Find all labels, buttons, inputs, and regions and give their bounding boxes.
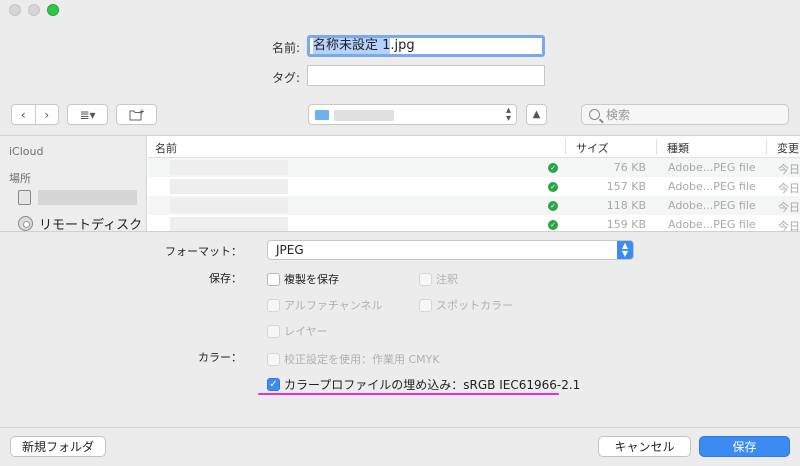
- layers-checkbox-label: レイヤー: [284, 325, 328, 338]
- save-dialog: 名前: 名称未設定 1 .jpg タグ: ‹ › ≣▾ ▴ ▾ ▲ 検索 iClou…: [0, 0, 800, 466]
- column-header-kind[interactable]: 種類: [667, 140, 689, 156]
- alpha-channel-checkbox-label: アルファチャンネル: [284, 299, 383, 312]
- proof-setup-checkbox-label: 校正設定を使用：作業用 CMYK: [284, 353, 440, 366]
- synced-check-icon: ✓: [548, 201, 558, 211]
- synced-check-icon: ✓: [548, 163, 558, 173]
- disc-icon: [18, 216, 33, 231]
- file-size: 157 KB: [606, 180, 646, 193]
- sidebar-header-icloud: iCloud: [9, 145, 44, 158]
- divider: [0, 427, 800, 428]
- search-icon: [589, 109, 600, 120]
- location-popup[interactable]: ▴ ▾: [308, 104, 517, 125]
- view-mode-button[interactable]: ≣▾: [67, 104, 108, 125]
- chevron-updown-icon: ▲ ▼: [617, 241, 633, 259]
- sidebar-item-label: リモートディスク: [39, 218, 143, 232]
- disk-icon: [18, 190, 31, 205]
- cancel-button[interactable]: キャンセル: [598, 436, 691, 457]
- sidebar-item-disk[interactable]: [18, 190, 137, 205]
- sidebar-header-locations: 場所: [9, 172, 31, 185]
- close-window-button[interactable]: [9, 4, 21, 16]
- column-header-size[interactable]: サイズ: [576, 140, 609, 156]
- filename-extension: .jpg: [390, 38, 415, 53]
- checkbox-box: [419, 272, 432, 286]
- checkbox-box: [267, 324, 280, 338]
- sidebar-item-remote-disc[interactable]: リモートディスク: [18, 214, 143, 232]
- synced-check-icon: ✓: [548, 220, 558, 230]
- file-browser: iCloud 場所 リモートディスク 名前 サイズ 種類 変更日: [0, 135, 800, 232]
- file-date: 今日: [778, 201, 800, 214]
- color-options-label: カラー：: [198, 351, 242, 364]
- format-value: JPEG: [276, 243, 304, 257]
- checkmark-icon: ✓: [267, 378, 280, 391]
- file-name-redacted: [170, 179, 288, 194]
- column-header-name[interactable]: 名前: [155, 140, 177, 156]
- layers-checkbox[interactable]: レイヤー: [267, 323, 328, 339]
- minimize-window-button[interactable]: [28, 4, 40, 16]
- file-row[interactable]: ✓ 159 KB Adobe...PEG file 今日: [148, 215, 800, 232]
- file-kind: Adobe...PEG file: [668, 180, 756, 193]
- back-forward-group: ‹ ›: [11, 104, 59, 125]
- tags-input[interactable]: [307, 65, 545, 86]
- tags-label: タグ:: [271, 71, 300, 85]
- annotations-checkbox-label: 注釈: [436, 273, 458, 286]
- annotations-checkbox[interactable]: 注釈: [419, 271, 458, 287]
- collapse-browser-button[interactable]: ▲: [526, 104, 547, 125]
- synced-check-icon: ✓: [548, 182, 558, 192]
- list-view-icon: ≣▾: [79, 107, 96, 122]
- new-folder-toolbar-button[interactable]: [116, 104, 157, 125]
- format-label: フォーマット：: [165, 245, 242, 258]
- highlight-underline: [258, 393, 559, 395]
- file-list: 名前 サイズ 種類 変更日 ✓ 76 KB Adobe...PEG file 今…: [148, 136, 800, 231]
- spot-color-checkbox[interactable]: スポットカラー: [419, 297, 513, 313]
- file-date: 今日: [778, 163, 800, 176]
- checkbox-box: [267, 298, 280, 312]
- search-field[interactable]: 検索: [581, 104, 789, 125]
- copy-checkbox[interactable]: 複製を保存: [267, 271, 339, 287]
- embed-profile-checkbox[interactable]: ✓ カラープロファイルの埋め込み：sRGB IEC61966-2.1: [267, 376, 580, 393]
- filename-selected-text: 名称未設定 1: [313, 38, 391, 54]
- spot-color-checkbox-label: スポットカラー: [436, 299, 513, 312]
- checkbox-box: [419, 298, 432, 312]
- proof-setup-checkbox[interactable]: 校正設定を使用：作業用 CMYK: [267, 351, 440, 367]
- back-button[interactable]: ‹: [12, 108, 35, 122]
- file-name-redacted: [170, 198, 288, 213]
- forward-button[interactable]: ›: [36, 108, 59, 122]
- file-date: 今日: [778, 182, 800, 195]
- search-placeholder: 検索: [606, 108, 631, 122]
- chevron-updown-icon: ▴ ▾: [505, 105, 511, 124]
- file-row[interactable]: ✓ 76 KB Adobe...PEG file 今日: [148, 158, 800, 177]
- file-kind: Adobe...PEG file: [668, 199, 756, 212]
- file-size: 159 KB: [606, 218, 646, 231]
- sidebar: iCloud 場所 リモートディスク: [0, 136, 147, 231]
- folder-icon: [315, 110, 329, 120]
- file-date: 今日: [778, 220, 800, 232]
- filename-input[interactable]: 名称未設定 1 .jpg: [307, 35, 545, 57]
- new-folder-button[interactable]: 新規フォルダ: [10, 436, 106, 457]
- new-folder-icon: [129, 109, 144, 120]
- zoom-window-button[interactable]: [47, 4, 59, 16]
- checkbox-box: [267, 272, 280, 286]
- file-kind: Adobe...PEG file: [668, 218, 756, 231]
- location-name-redacted: [334, 110, 394, 121]
- disk-name-redacted: [38, 190, 137, 205]
- file-list-header: 名前 サイズ 種類 変更日: [148, 136, 800, 171]
- file-row[interactable]: ✓ 118 KB Adobe...PEG file 今日: [148, 196, 800, 215]
- file-kind: Adobe...PEG file: [668, 161, 756, 174]
- save-button[interactable]: 保存: [699, 436, 790, 457]
- file-size: 76 KB: [613, 161, 646, 174]
- checkbox-box: [267, 352, 280, 366]
- format-popup[interactable]: JPEG ▲ ▼: [267, 240, 634, 260]
- file-name-redacted: [170, 217, 288, 231]
- chevron-up-icon: ▲: [532, 109, 541, 120]
- name-label: 名前:: [271, 41, 300, 55]
- copy-checkbox-label: 複製を保存: [284, 273, 339, 286]
- embed-profile-checkbox-label: カラープロファイルの埋め込み：sRGB IEC61966-2.1: [284, 378, 581, 392]
- file-size: 118 KB: [606, 199, 646, 212]
- save-options-label: 保存：: [209, 272, 242, 285]
- alpha-channel-checkbox[interactable]: アルファチャンネル: [267, 297, 383, 313]
- file-row[interactable]: ✓ 157 KB Adobe...PEG file 今日: [148, 177, 800, 196]
- file-name-redacted: [170, 160, 288, 175]
